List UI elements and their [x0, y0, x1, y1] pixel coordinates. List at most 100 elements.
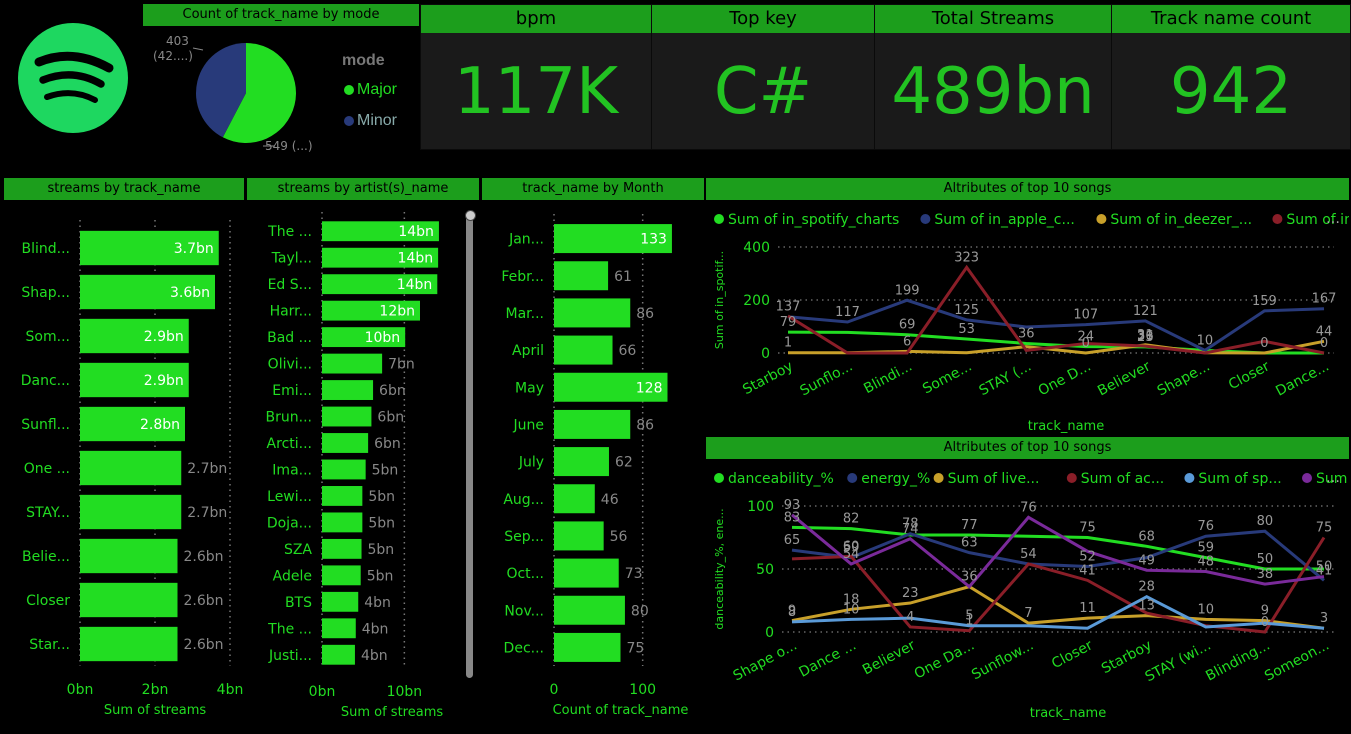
category-label: Harr... — [270, 304, 312, 320]
x-tick-label: One Da... — [912, 637, 977, 682]
data-label: 2.6bn — [184, 637, 224, 653]
category-label: Ed S... — [268, 277, 312, 293]
category-label: Emi... — [272, 383, 312, 399]
y-tick-label: 100 — [747, 499, 774, 515]
tick-label: 4bn — [217, 682, 244, 698]
category-label: SZA — [284, 542, 312, 558]
category-label: July — [518, 455, 544, 471]
category-label: Sunfl... — [21, 417, 70, 433]
data-label: 3.7bn — [174, 241, 214, 257]
data-label: 6bn — [374, 436, 401, 452]
attributes-chart-1-title: Altributes of top 10 songs — [706, 178, 1349, 200]
kpi-total-streams-card: Total Streams 489bn — [874, 4, 1112, 150]
x-tick-label: Some... — [920, 358, 974, 397]
bar — [554, 632, 621, 662]
data-label: 159 — [1252, 294, 1277, 309]
data-label: 10 — [1197, 333, 1214, 348]
category-label: June — [513, 417, 545, 433]
pie-legend-minor: Minor — [344, 112, 397, 130]
kpi-bpm-value: 117K — [453, 55, 619, 129]
data-label: 74 — [902, 522, 919, 537]
data-label: 133 — [640, 232, 667, 248]
tick-label: 10bn — [387, 684, 423, 700]
category-label: Brun... — [266, 410, 312, 426]
data-label: 3.6bn — [170, 285, 210, 301]
data-label: 2.9bn — [144, 373, 184, 389]
category-label: Dec... — [504, 640, 544, 656]
y-tick-label: 0 — [765, 625, 774, 641]
artist-chart-scroll-handle[interactable] — [465, 210, 476, 221]
data-label: 80 — [1257, 514, 1274, 529]
bar — [322, 512, 363, 533]
bar — [322, 433, 369, 453]
streams-by-track-chart: Blind... 3.7bn Shap... 3.6bn Som... 2.9bn Danc… — [21, 220, 244, 718]
category-label: Bad ... — [267, 330, 312, 346]
bar — [322, 618, 356, 639]
category-label: Justi... — [268, 648, 312, 664]
bar — [80, 494, 182, 530]
data-label: 5bn — [368, 542, 395, 558]
artist-chart-scrollbar[interactable] — [466, 212, 473, 678]
bar — [80, 582, 178, 618]
legend-dot — [1066, 473, 1077, 483]
category-label: Adele — [273, 568, 312, 584]
data-label: 2.8bn — [140, 417, 180, 433]
x-tick-label: Starboy — [740, 358, 796, 398]
bar — [322, 565, 361, 586]
category-label: The ... — [267, 224, 312, 240]
kpi-top-key-title: Top key — [652, 5, 874, 33]
data-label: 117 — [835, 305, 860, 320]
x-tick-label: Sunflow... — [969, 637, 1036, 683]
data-label: 167 — [1312, 292, 1337, 307]
data-label: 0 — [1261, 615, 1269, 630]
category-label: Olivi... — [268, 357, 312, 373]
data-label: 50 — [1257, 552, 1274, 567]
data-label: 10bn — [365, 330, 401, 346]
track-by-month-title: track_name by Month — [482, 178, 704, 200]
legend-dot — [920, 214, 931, 224]
category-label: Belie... — [22, 549, 70, 565]
pie-leader-minor — [192, 47, 204, 51]
data-label: 75 — [1316, 521, 1333, 536]
data-label: 8 — [788, 605, 796, 620]
category-label: Doja... — [267, 515, 312, 531]
data-label: 2.9bn — [144, 329, 184, 345]
data-label: 7bn — [388, 357, 415, 373]
bar — [554, 261, 609, 291]
category-label: Nov... — [504, 603, 544, 619]
kpi-total-streams-title: Total Streams — [875, 5, 1111, 33]
bar — [322, 486, 363, 506]
data-label: 28 — [1138, 580, 1155, 595]
data-label: 80 — [631, 603, 649, 619]
data-label: 107 — [1073, 308, 1098, 323]
legend-dot — [714, 473, 724, 483]
category-label: Febr... — [501, 269, 544, 285]
bar — [80, 538, 178, 574]
bar — [322, 406, 372, 427]
category-label: May — [515, 380, 544, 396]
category-label: Jan... — [508, 232, 544, 248]
data-label: 6bn — [377, 410, 404, 426]
x-tick-label: Shape o... — [731, 637, 800, 684]
bar — [322, 459, 366, 480]
legend-label: Sum of in_deezer_... — [1110, 212, 1252, 228]
y-tick-label: 400 — [743, 240, 770, 256]
legend-dot — [1302, 473, 1312, 483]
data-label: 7 — [1024, 606, 1032, 621]
legend-label: Sum of in_apple_c... — [934, 212, 1074, 228]
data-label: 50 — [1316, 560, 1333, 575]
tick-label: 0bn — [309, 684, 336, 700]
bar — [554, 558, 619, 588]
data-label: 3 — [1320, 611, 1328, 626]
y-axis-label: danceability_%, ene... — [713, 508, 726, 629]
bar — [322, 538, 362, 559]
category-label: BTS — [285, 595, 312, 611]
data-label: 10 — [1198, 602, 1215, 617]
kpi-top-key-card: Top key C# — [651, 4, 875, 150]
bar — [322, 644, 355, 665]
category-label: Aug... — [503, 492, 544, 508]
data-label: 5 — [965, 609, 973, 624]
track-by-month-chart: Jan... 133 Febr... 61 Mar... 86 April 66 May 128 J… — [501, 214, 688, 718]
data-label: 13 — [1138, 599, 1155, 614]
data-label: 2.7bn — [187, 461, 227, 477]
